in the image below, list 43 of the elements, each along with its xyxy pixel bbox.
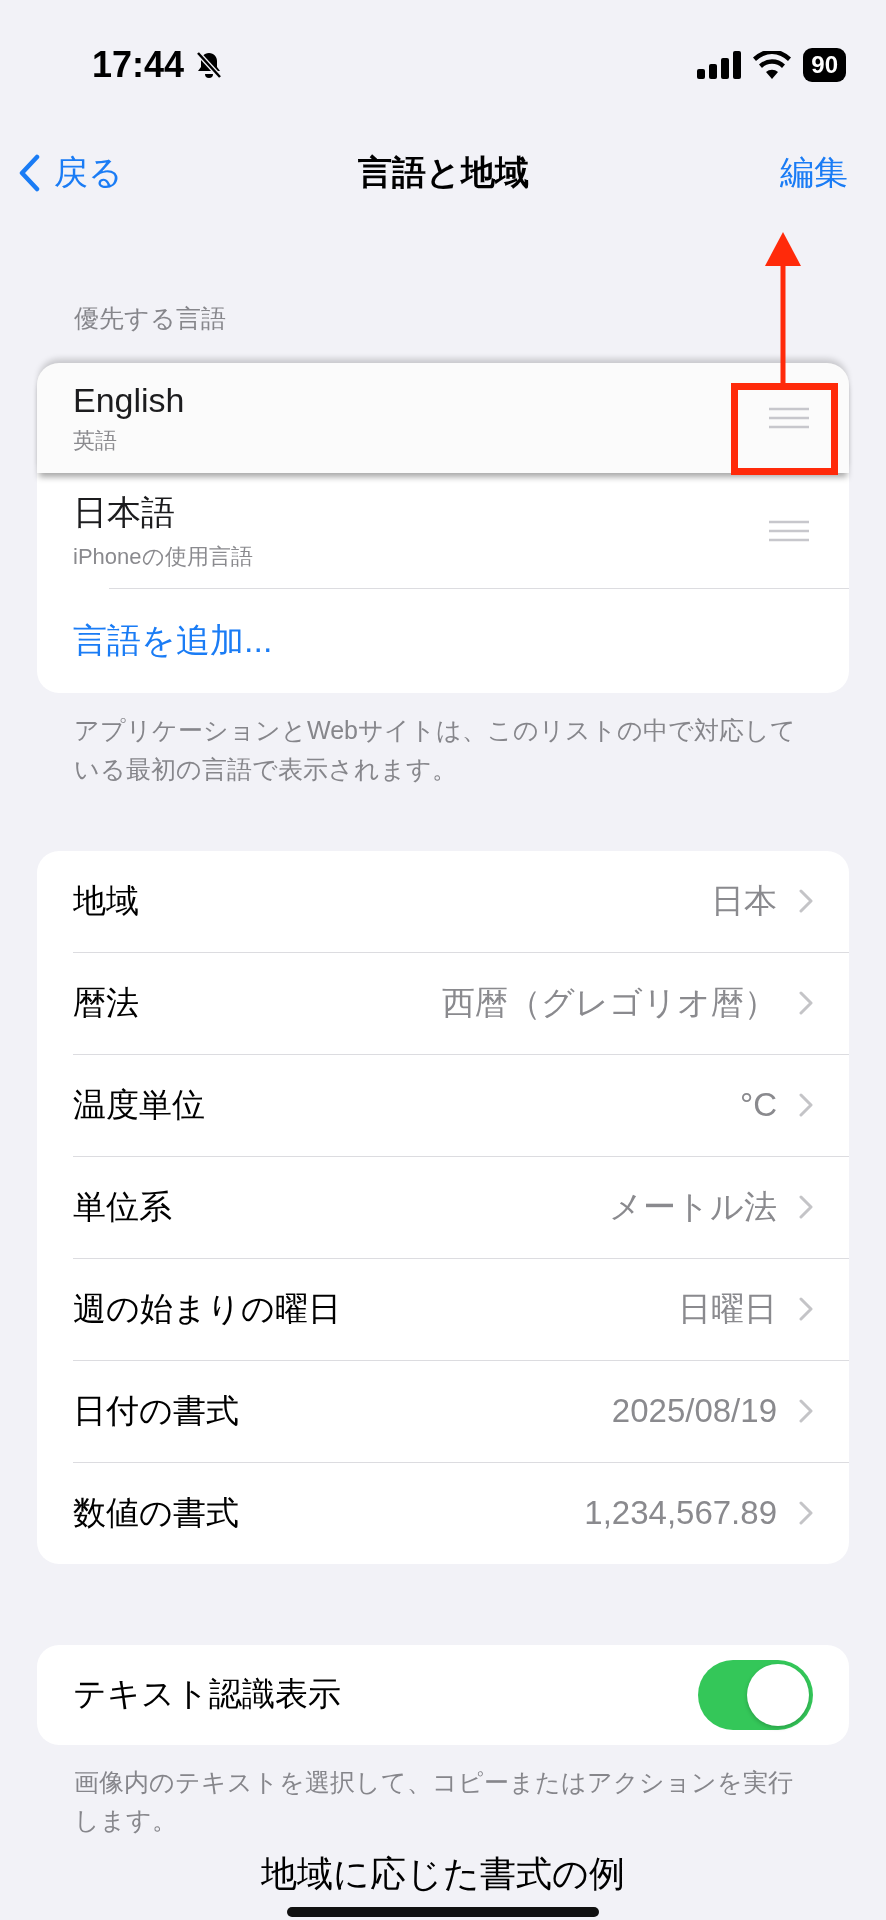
setting-value: 日曜日 [678, 1288, 777, 1329]
setting-value: 2025/08/19 [611, 1392, 777, 1430]
page-title: 言語と地域 [357, 152, 529, 193]
setting-value: 西暦（グレゴリオ暦） [442, 982, 777, 1023]
section-header: 優先する言語 [74, 303, 226, 334]
language-name: English [73, 380, 185, 420]
drag-handle-icon[interactable] [769, 520, 809, 542]
edit-button[interactable]: 編集 [780, 150, 848, 196]
language-name: 日本語 [73, 492, 176, 533]
setting-label: テキスト認識表示 [73, 1674, 341, 1714]
setting-value: メートル法 [609, 1186, 777, 1227]
chevron-icon [799, 1399, 813, 1423]
chevron-icon [799, 889, 813, 913]
chevron-icon [799, 991, 813, 1015]
setting-label[interactable]: 暦法 [73, 980, 139, 1026]
back-chevron-icon [18, 154, 40, 192]
footer-note: アプリケーションとWebサイトは、このリストの中で対応している最初の言語で表示されます。 [73, 715, 797, 785]
setting-label[interactable]: 日付の書式 [73, 1388, 239, 1434]
drag-handle-icon[interactable] [769, 407, 809, 429]
chevron-icon [799, 1501, 813, 1525]
section-heading: 地域に応じた書式の例 [261, 1854, 625, 1894]
setting-value: °C [739, 1086, 777, 1124]
chevron-icon [799, 1195, 813, 1219]
dragged-language-row[interactable]: English 英語 [37, 363, 849, 473]
signal-icon [697, 51, 742, 79]
setting-label[interactable]: 週の始まりの曜日 [73, 1286, 341, 1332]
language-subtitle: iPhoneの使用言語 [73, 543, 253, 571]
back-button[interactable]: 戻る [18, 150, 123, 196]
setting-value: 日本 [711, 880, 777, 921]
add-language-link[interactable]: 言語を追加... [37, 589, 849, 693]
clock: 17:44 [92, 44, 185, 86]
chevron-icon [799, 1297, 813, 1321]
muted-bell-icon [196, 51, 223, 79]
battery-indicator: 90 [803, 48, 846, 82]
footer-note: 画像内のテキストを選択して、コピーまたはアクションを実行します。 [73, 1766, 794, 1837]
chevron-icon [799, 1093, 813, 1117]
setting-label[interactable]: 地域 [73, 878, 139, 924]
setting-label[interactable]: 数値の書式 [73, 1490, 239, 1536]
setting-value: 1,234,567.89 [584, 1494, 777, 1532]
wifi-icon [753, 51, 792, 79]
language-subtitle: 英語 [73, 426, 118, 455]
setting-label[interactable]: 単位系 [73, 1184, 172, 1230]
setting-label[interactable]: 温度単位 [73, 1082, 205, 1128]
